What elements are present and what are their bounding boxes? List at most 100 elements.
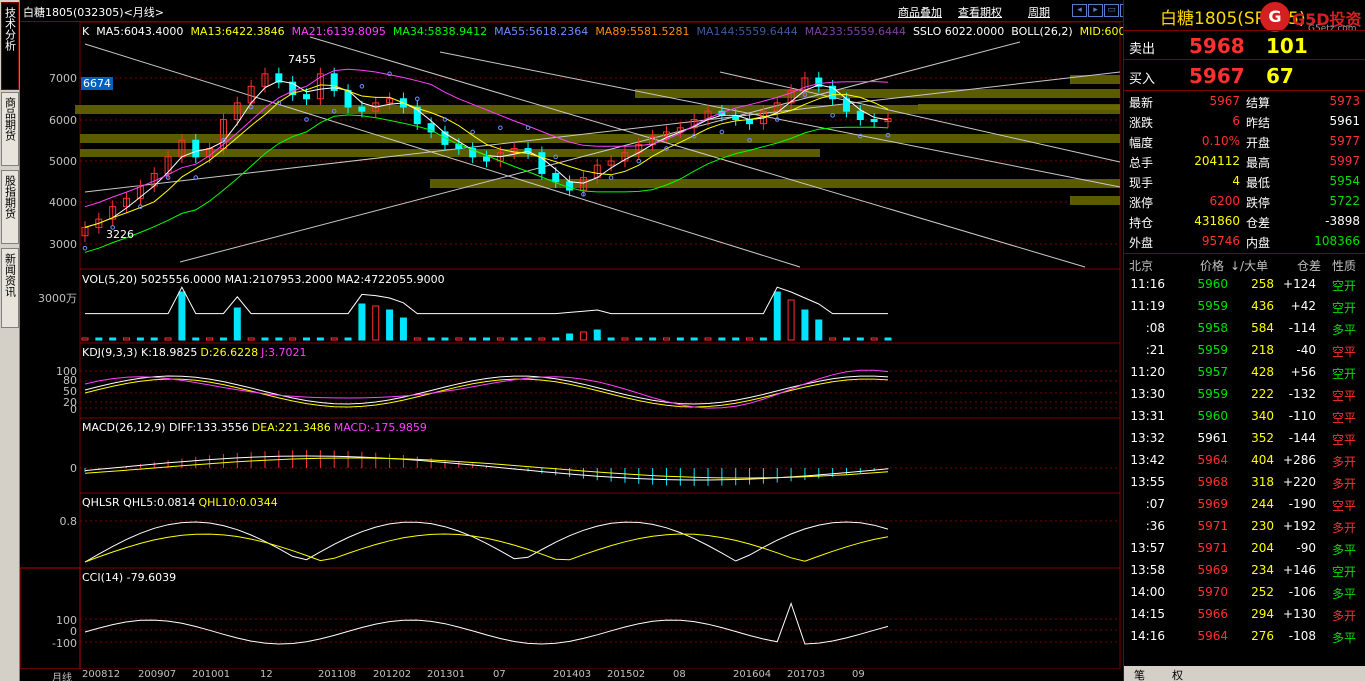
candle-body — [483, 156, 490, 162]
qhlsr-y-tick: 0.8 — [59, 515, 78, 528]
volume-bar — [303, 337, 311, 341]
tick-time: 11:19 — [1130, 299, 1165, 313]
volume-bar — [524, 337, 532, 341]
tick-row[interactable]: :07 5969 244 -190 空平 — [1124, 493, 1365, 515]
tick-row[interactable]: 13:42 5964 404 +286 多开 — [1124, 449, 1365, 471]
tick-type: 空平 — [1332, 433, 1357, 447]
chart-area[interactable]: K MA5:6043.4000 MA13:6422.3846 MA21:6139.80… — [20, 22, 1133, 669]
tick-oi-change: +130 — [1283, 607, 1316, 621]
stat-value: 5977 — [1329, 134, 1360, 148]
ask-label: 卖出 — [1129, 42, 1156, 57]
tick-time: 13:31 — [1130, 409, 1165, 423]
tab-news[interactable]: 新闻资讯 — [1, 248, 19, 328]
tab-ticks[interactable]: 笔 — [1134, 667, 1145, 681]
tab-rights[interactable]: 权 — [1172, 667, 1183, 681]
tick-volume: 340 — [1251, 409, 1274, 423]
candle-body — [538, 152, 546, 174]
volume-bar — [150, 337, 158, 341]
legend-item: QHL10:0.0344 — [198, 496, 278, 509]
volume-bar — [856, 337, 864, 341]
tick-list[interactable]: 11:16 5960 258 +124 空开 11:19 5959 436 +42 空开:08 59… — [1124, 273, 1365, 647]
view-options-link[interactable]: 查看期权 — [958, 4, 1002, 20]
tick-oi-change: -108 — [1288, 629, 1316, 643]
tick-type: 多开 — [1332, 455, 1357, 469]
tick-time: :21 — [1145, 343, 1165, 357]
layout-icon[interactable]: ▭ — [1104, 4, 1119, 17]
tick-col-oi-change: 仓差 — [1297, 259, 1322, 273]
quote-bottom-tabs: 笔 权 — [1124, 666, 1365, 681]
tick-price: 5969 — [1197, 497, 1228, 511]
x-tick: 201301 — [427, 669, 466, 680]
volume-bar — [746, 337, 754, 341]
tick-time: :08 — [1145, 321, 1165, 335]
candle-body — [358, 106, 366, 112]
tick-volume: 244 — [1251, 497, 1274, 511]
stat-label: 幅度 — [1129, 136, 1154, 150]
tick-type: 空平 — [1332, 345, 1357, 359]
price-band — [1070, 196, 1120, 205]
volume-bar — [773, 291, 781, 341]
x-tick: 07 — [493, 669, 506, 680]
tick-price: 5959 — [1197, 387, 1228, 401]
volume-bar — [261, 337, 269, 341]
price-band — [1070, 75, 1120, 84]
tick-oi-change: -106 — [1288, 585, 1316, 599]
prev-icon[interactable]: ◂ — [1072, 4, 1087, 17]
tick-row[interactable]: 13:30 5959 222 -132 空平 — [1124, 383, 1365, 405]
tick-row[interactable]: 11:19 5959 436 +42 空开 — [1124, 295, 1365, 317]
tick-volume: 234 — [1251, 563, 1274, 577]
tick-type: 多平 — [1332, 323, 1357, 337]
tick-price: 5957 — [1197, 365, 1228, 379]
tab-index-futures[interactable]: 股指期货 — [1, 170, 19, 244]
tick-row[interactable]: 14:15 5966 294 +130 多开 — [1124, 603, 1365, 625]
overlay-commodity-link[interactable]: 商品叠加 — [898, 4, 942, 20]
x-tick: 201604 — [733, 669, 772, 680]
tick-row[interactable]: 13:32 5961 352 -144 空平 — [1124, 427, 1365, 449]
tick-type: 空开 — [1332, 279, 1357, 293]
period-link[interactable]: 周期 — [1028, 4, 1050, 20]
tick-row[interactable]: 14:00 5970 252 -106 多平 — [1124, 581, 1365, 603]
volume-bar — [704, 337, 712, 341]
tick-price: 5969 — [1197, 563, 1228, 577]
tick-price: 5964 — [1197, 629, 1228, 643]
volume-bar — [579, 331, 587, 341]
tick-time: 11:16 — [1130, 277, 1165, 291]
tick-row[interactable]: :08 5958 584 -114 多平 — [1124, 317, 1365, 339]
tick-row[interactable]: 13:57 5971 204 -90 多平 — [1124, 537, 1365, 559]
kdj-legend: KDJ(9,3,3) K:18.9825 D:26.6228 J:3.7021 — [82, 346, 310, 359]
volume-bar — [95, 337, 103, 341]
tick-row[interactable]: :21 5959 218 -40 空平 — [1124, 339, 1365, 361]
x-tick: 201703 — [787, 669, 826, 680]
x-tick: 201108 — [318, 669, 357, 680]
tick-row[interactable]: 11:16 5960 258 +124 空开 — [1124, 273, 1365, 295]
tick-oi-change: +286 — [1283, 453, 1316, 467]
volume-bar — [289, 337, 297, 341]
tick-row[interactable]: 11:20 5957 428 +56 空开 — [1124, 361, 1365, 383]
tick-col-volume: ↓/大单 — [1230, 259, 1269, 273]
tick-row[interactable]: 13:58 5969 234 +146 空开 — [1124, 559, 1365, 581]
tick-row[interactable]: 13:55 5968 318 +220 多开 — [1124, 471, 1365, 493]
tab-technical-analysis[interactable]: 技术分析 — [1, 2, 19, 90]
next-icon[interactable]: ▸ — [1088, 4, 1103, 17]
tick-time: 13:30 — [1130, 387, 1165, 401]
tick-time: 14:00 — [1130, 585, 1165, 599]
tick-col-price: 价格 — [1200, 259, 1225, 273]
tick-price: 5960 — [1197, 277, 1228, 291]
volume-bar — [123, 337, 131, 341]
tick-row[interactable]: 13:31 5960 340 -110 空平 — [1124, 405, 1365, 427]
tab-commodity-futures[interactable]: 商品期货 — [1, 92, 19, 166]
volume-bar — [759, 337, 767, 341]
tick-row[interactable]: 14:16 5964 276 -108 多平 — [1124, 625, 1365, 647]
macd-y-tick: 0 — [70, 462, 77, 475]
tick-row[interactable]: :36 5971 230 +192 多开 — [1124, 515, 1365, 537]
x-tick: 12 — [260, 669, 273, 680]
volume-bar — [718, 337, 726, 341]
stat-value: 4 — [1232, 174, 1240, 188]
stat-value: 108366 — [1314, 234, 1360, 248]
tick-oi-change: -90 — [1296, 541, 1316, 555]
x-tick: 200812 — [82, 669, 121, 680]
volume-bar — [676, 337, 684, 341]
volume-bar — [399, 317, 407, 341]
stat-label: 最低 — [1246, 176, 1271, 190]
tick-oi-change: -114 — [1288, 321, 1316, 335]
